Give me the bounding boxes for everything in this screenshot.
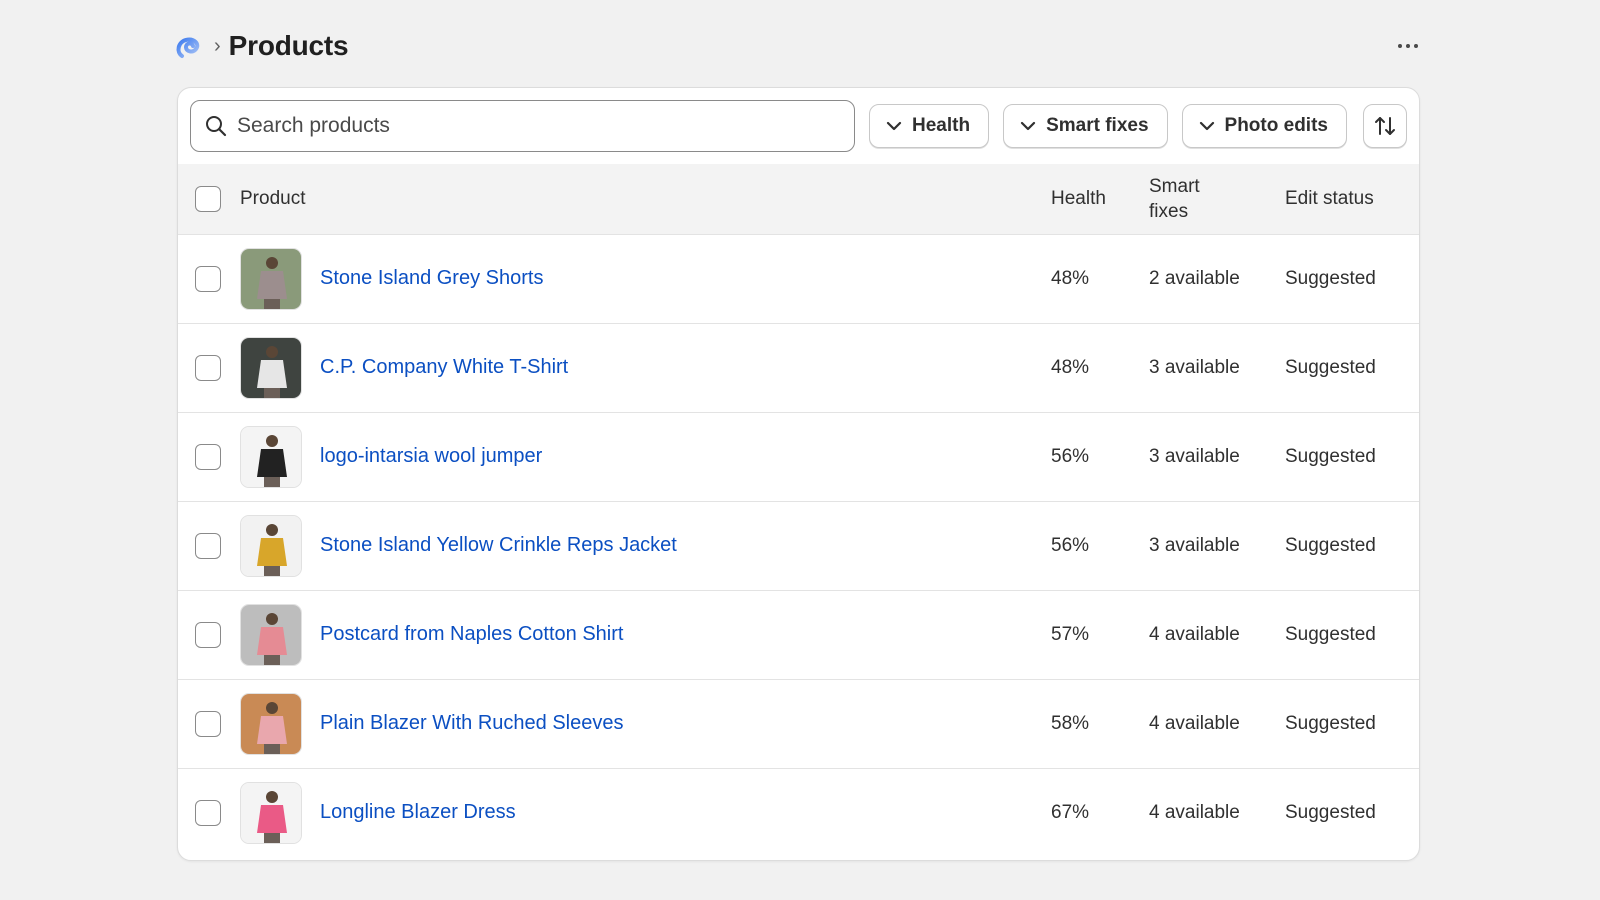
health-score: 57% [1051, 623, 1090, 645]
edit-status: Suggested [1285, 712, 1376, 734]
product-name-link[interactable]: C.P. Company White T-Shirt [320, 356, 568, 378]
sort-arrows-icon [1375, 117, 1395, 135]
filter-health-label: Health [912, 115, 971, 136]
health-score: 48% [1051, 356, 1090, 378]
smart-fixes-count: 4 available [1149, 801, 1240, 823]
table-row[interactable]: Stone Island Yellow Crinkle Reps Jacket … [178, 501, 1419, 590]
column-header-smart-fixes[interactable]: Smart fixes [1149, 164, 1285, 234]
edit-status: Suggested [1285, 623, 1376, 645]
smart-fixes-count: 2 available [1149, 267, 1240, 289]
chevron-down-icon [1020, 121, 1036, 131]
product-name-link[interactable]: Postcard from Naples Cotton Shirt [320, 623, 623, 645]
health-score: 56% [1051, 445, 1090, 467]
select-all-checkbox[interactable] [195, 185, 221, 212]
edit-status: Suggested [1285, 356, 1376, 378]
row-checkbox[interactable] [195, 443, 221, 470]
filter-photo-edits-button[interactable]: Photo edits [1181, 104, 1347, 148]
search-icon [206, 116, 227, 137]
product-thumbnail[interactable] [240, 514, 302, 577]
table-row[interactable]: Stone Island Grey Shorts 48% 2 available… [178, 234, 1419, 323]
column-header-edit-status[interactable]: Edit status [1285, 164, 1419, 234]
search-box[interactable] [190, 100, 855, 152]
filter-photo-edits-label: Photo edits [1224, 115, 1328, 136]
filter-health-button[interactable]: Health [869, 104, 990, 148]
table-body: Stone Island Grey Shorts 48% 2 available… [178, 234, 1419, 857]
ellipsis-horizontal-icon [1398, 44, 1402, 48]
health-score: 56% [1051, 534, 1090, 556]
health-score: 67% [1051, 801, 1090, 823]
column-header-smart-fixes-line2: fixes [1149, 200, 1189, 222]
row-checkbox[interactable] [195, 532, 221, 559]
product-thumbnail[interactable] [240, 781, 302, 844]
edit-status: Suggested [1285, 267, 1376, 289]
smart-fixes-count: 3 available [1149, 445, 1240, 467]
smart-fixes-count: 3 available [1149, 534, 1240, 556]
smart-fixes-count: 4 available [1149, 623, 1240, 645]
edit-status: Suggested [1285, 445, 1376, 467]
product-thumbnail[interactable] [240, 336, 302, 399]
table-header-row: Product Health Smart fixes Edit status [178, 164, 1419, 234]
edit-status: Suggested [1285, 801, 1376, 823]
product-name-link[interactable]: logo-intarsia wool jumper [320, 445, 542, 467]
table-row[interactable]: Plain Blazer With Ruched Sleeves 58% 4 a… [178, 679, 1419, 768]
product-name-link[interactable]: Longline Blazer Dress [320, 801, 516, 823]
ellipsis-dot [1414, 44, 1418, 48]
page-title: Products [228, 30, 349, 61]
app-logo-icon[interactable] [172, 30, 204, 62]
product-name-link[interactable]: Plain Blazer With Ruched Sleeves [320, 712, 623, 734]
row-checkbox[interactable] [195, 799, 221, 826]
product-thumbnail[interactable] [240, 247, 302, 310]
toolbar: Health Smart fixes Photo edits [178, 88, 1419, 164]
row-checkbox[interactable] [195, 265, 221, 292]
product-name-link[interactable]: Stone Island Yellow Crinkle Reps Jacket [320, 534, 677, 556]
sort-button[interactable] [1363, 104, 1407, 148]
column-header-smart-fixes-line1: Smart [1149, 175, 1200, 197]
products-table: Product Health Smart fixes Edit status S… [178, 164, 1419, 857]
row-checkbox[interactable] [195, 354, 221, 381]
row-checkbox[interactable] [195, 710, 221, 737]
table-row[interactable]: Longline Blazer Dress 67% 4 available Su… [178, 768, 1419, 857]
filter-smart-fixes-label: Smart fixes [1046, 115, 1149, 136]
table-row[interactable]: logo-intarsia wool jumper 56% 3 availabl… [178, 412, 1419, 501]
chevron-down-icon [1199, 121, 1214, 131]
table-row[interactable]: C.P. Company White T-Shirt 48% 3 availab… [178, 323, 1419, 412]
breadcrumb-separator: › [214, 35, 221, 57]
column-header-health[interactable]: Health [1051, 164, 1149, 234]
row-checkbox[interactable] [195, 621, 221, 648]
edit-status: Suggested [1285, 534, 1376, 556]
product-name-link[interactable]: Stone Island Grey Shorts [320, 267, 543, 289]
health-score: 58% [1051, 712, 1090, 734]
chevron-down-icon [886, 121, 902, 131]
health-score: 48% [1051, 267, 1090, 289]
more-actions-button[interactable] [1388, 30, 1428, 62]
ellipsis-dot [1406, 44, 1410, 48]
product-thumbnail[interactable] [240, 425, 302, 488]
smart-fixes-count: 4 available [1149, 712, 1240, 734]
smart-fixes-count: 3 available [1149, 356, 1240, 378]
product-thumbnail[interactable] [240, 603, 302, 666]
search-input[interactable] [237, 114, 840, 138]
table-row[interactable]: Postcard from Naples Cotton Shirt 57% 4 … [178, 590, 1419, 679]
product-thumbnail[interactable] [240, 692, 302, 755]
filter-smart-fixes-button[interactable]: Smart fixes [1003, 104, 1168, 148]
page-header: › Products [172, 26, 1428, 66]
column-header-product[interactable]: Product [240, 164, 1051, 234]
products-card: Health Smart fixes Photo edits Product H… [177, 87, 1420, 861]
